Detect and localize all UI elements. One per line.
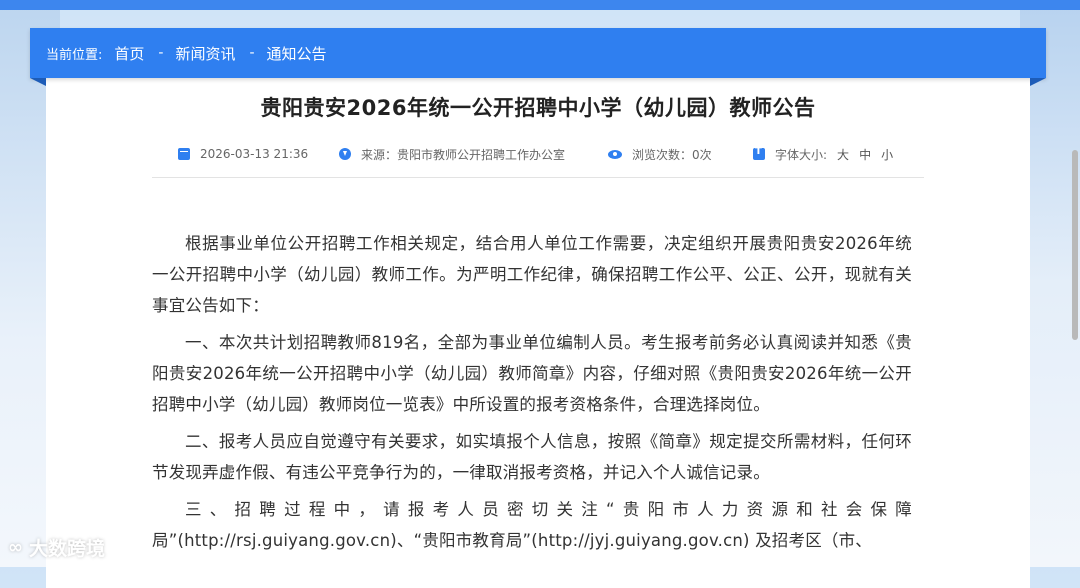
source-icon — [339, 148, 351, 160]
breadcrumb: 当前位置: 首页 - 新闻资讯 - 通知公告 — [30, 28, 1046, 78]
breadcrumb-separator: - — [249, 45, 255, 61]
breadcrumb-notices[interactable]: 通知公告 — [267, 43, 327, 64]
article-title: 贵阳贵安2026年统一公开招聘中小学（幼儿园）教师公告 — [260, 96, 816, 120]
meta-font-size: 字体大小: 大 中 小 — [753, 144, 893, 164]
top-strip — [0, 0, 1080, 10]
ribbon-fold-right — [1030, 78, 1046, 86]
article-body: 根据事业单位公开招聘工作相关规定，结合用人单位工作需要，决定组织开展贵阳贵安20… — [152, 228, 912, 562]
eye-icon — [608, 149, 622, 159]
breadcrumb-home[interactable]: 首页 — [114, 43, 144, 64]
calendar-icon — [178, 148, 190, 160]
meta-source-text: 来源：贵阳市教师公开招聘工作办公室 — [361, 147, 566, 162]
meta-views: 浏览次数：0次 — [608, 144, 712, 164]
breadcrumb-news[interactable]: 新闻资讯 — [175, 43, 235, 64]
watermark: ∞ 大数跨境 — [8, 534, 105, 560]
ribbon-fold-left — [30, 78, 46, 86]
article-paragraph: 根据事业单位公开招聘工作相关规定，结合用人单位工作需要，决定组织开展贵阳贵安20… — [152, 234, 912, 315]
font-size-medium-button[interactable]: 中 — [859, 146, 871, 163]
font-size-large-button[interactable]: 大 — [837, 146, 849, 163]
font-size-small-button[interactable]: 小 — [881, 146, 893, 163]
meta-date-text: 2026-03-13 21:36 — [200, 147, 309, 161]
article-paragraph: 二、报考人员应自觉遵守有关要求，如实填报个人信息，按照《简章》规定提交所需材料，… — [152, 432, 912, 482]
watermark-text: 大数跨境 — [29, 537, 106, 560]
breadcrumb-separator: - — [158, 45, 164, 61]
breadcrumb-label: 当前位置: — [46, 47, 103, 63]
watermark-logo-icon: ∞ — [8, 536, 23, 558]
font-size-label: 字体大小: — [775, 147, 828, 162]
font-size-icon — [753, 146, 765, 160]
scrollbar-thumb[interactable] — [1072, 150, 1078, 340]
meta-views-text: 浏览次数：0次 — [632, 147, 712, 162]
article-meta: 2026-03-13 21:36 来源：贵阳市教师公开招聘工作办公室 浏览次数：… — [152, 144, 924, 164]
meta-date: 2026-03-13 21:36 — [178, 144, 308, 164]
meta-source: 来源：贵阳市教师公开招聘工作办公室 — [339, 144, 565, 164]
article-paragraph: 一、本次共计划招聘教师819名，全部为事业单位编制人员。考生报考前务必认真阅读并… — [152, 333, 912, 414]
article-paragraph: 三、招聘过程中，请报考人员密切关注“贵阳市人力资源和社会保障局”(http://… — [152, 500, 912, 550]
meta-divider — [152, 177, 924, 178]
